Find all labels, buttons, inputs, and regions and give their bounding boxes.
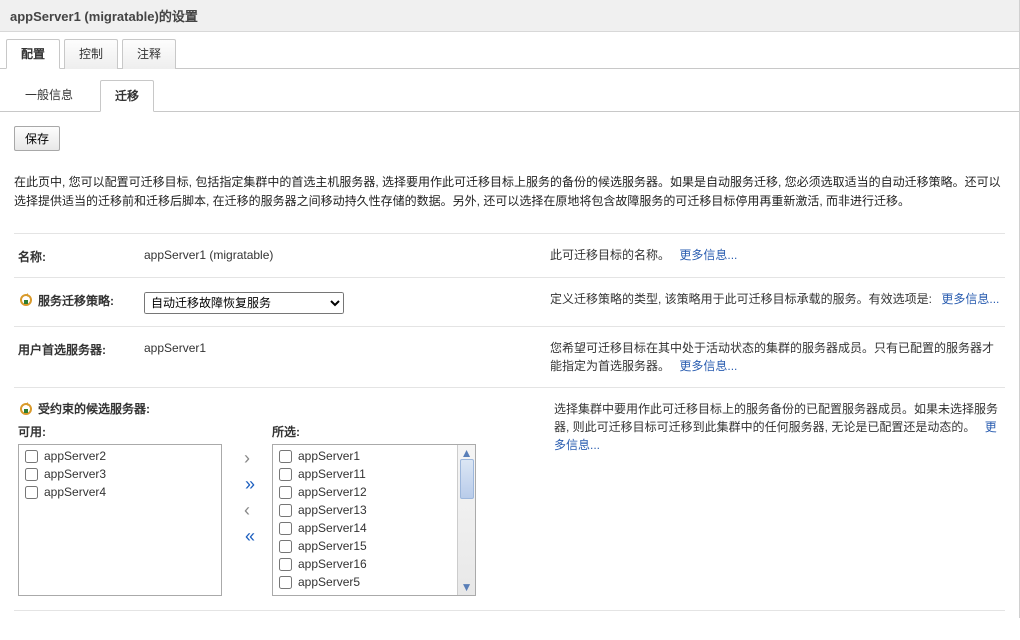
help-candidates: 选择集群中要用作此可迁移目标上的服务备份的已配置服务器成员。如果未选择服务器, …: [554, 400, 1001, 596]
list-item[interactable]: appServer12: [277, 483, 453, 501]
list-item[interactable]: appServer5: [277, 573, 453, 591]
row-candidates: 受约束的候选服务器: 可用: appServer2appServer3appSe…: [14, 387, 1005, 596]
list-item[interactable]: appServer1: [277, 447, 453, 465]
divider: [14, 610, 1005, 618]
list-item-label: appServer14: [298, 521, 367, 535]
more-info-link[interactable]: 更多信息...: [941, 292, 999, 306]
chosen-scrollbar[interactable]: ▲ ▼: [457, 445, 475, 595]
list-item[interactable]: appServer15: [277, 537, 453, 555]
move-all-right-icon[interactable]: »​: [245, 475, 249, 493]
label-policy: 服务迁移策略:: [18, 290, 128, 314]
help-policy-text: 定义迁移策略的类型, 该策略用于此可迁移目标承载的服务。有效选项是:: [550, 292, 932, 306]
list-item[interactable]: appServer16: [277, 555, 453, 573]
list-item-checkbox[interactable]: [25, 486, 38, 499]
more-info-link[interactable]: 更多信息...: [679, 248, 737, 262]
help-preferred: 您希望可迁移目标在其中处于活动状态的集群的服务器成员。只有已配置的服务器才能指定…: [550, 339, 1001, 375]
list-item-checkbox[interactable]: [25, 450, 38, 463]
subtab-general[interactable]: 一般信息: [10, 79, 88, 111]
value-preferred: appServer1: [144, 339, 534, 375]
page-title: appServer1 (migratable)的设置: [0, 0, 1019, 32]
list-item-checkbox[interactable]: [279, 522, 292, 535]
help-preferred-text: 您希望可迁移目标在其中处于活动状态的集群的服务器成员。只有已配置的服务器才能指定…: [550, 341, 994, 373]
list-item-checkbox[interactable]: [279, 576, 292, 589]
subtab-migration[interactable]: 迁移: [100, 80, 154, 112]
list-item[interactable]: appServer11: [277, 465, 453, 483]
list-item-checkbox[interactable]: [279, 486, 292, 499]
dual-listbox: 可用: appServer2 appServer3 appServer4 › »​ …: [18, 423, 538, 596]
list-item[interactable]: appServer13: [277, 501, 453, 519]
list-item-checkbox[interactable]: [279, 450, 292, 463]
label-preferred: 用户首选服务器:: [18, 339, 128, 375]
help-candidates-text: 选择集群中要用作此可迁移目标上的服务备份的已配置服务器成员。如果未选择服务器, …: [554, 402, 998, 434]
available-label: 可用:: [18, 423, 222, 440]
list-item-label: appServer12: [298, 485, 367, 499]
available-list[interactable]: appServer2 appServer3 appServer4: [18, 444, 222, 596]
list-item-label: appServer15: [298, 539, 367, 553]
label-policy-text: 服务迁移策略:: [38, 292, 114, 309]
list-item-label: appServer4: [44, 485, 106, 499]
chosen-list[interactable]: appServer1 appServer11 appServer12 appServe…: [272, 444, 476, 596]
sub-tabstrip: 一般信息 迁移: [0, 69, 1019, 112]
list-item-checkbox[interactable]: [279, 504, 292, 517]
list-item-label: appServer1: [298, 449, 360, 463]
list-item-checkbox[interactable]: [25, 468, 38, 481]
main-tabstrip: 配置 控制 注释: [0, 32, 1019, 69]
tab-control[interactable]: 控制: [64, 39, 118, 69]
tab-notes[interactable]: 注释: [122, 39, 176, 69]
candidates-heading-text: 受约束的候选服务器:: [38, 400, 150, 417]
row-name: 名称: appServer1 (migratable) 此可迁移目标的名称。 更…: [14, 233, 1005, 277]
list-item-checkbox[interactable]: [279, 468, 292, 481]
tab-config[interactable]: 配置: [6, 39, 60, 69]
list-item-checkbox[interactable]: [279, 558, 292, 571]
page-description: 在此页中, 您可以配置可迁移目标, 包括指定集群中的首选主机服务器, 选择要用作…: [14, 173, 1005, 215]
move-all-left-icon[interactable]: «​: [245, 527, 249, 545]
value-name: appServer1 (migratable): [144, 246, 534, 265]
help-policy: 定义迁移策略的类型, 该策略用于此可迁移目标承载的服务。有效选项是: 更多信息.…: [550, 290, 1001, 314]
candidates-heading: 受约束的候选服务器:: [18, 400, 538, 417]
more-info-link[interactable]: 更多信息...: [679, 359, 737, 373]
list-item[interactable]: appServer3: [23, 465, 217, 483]
list-item-label: appServer11: [298, 467, 366, 481]
list-item[interactable]: appServer4: [23, 483, 217, 501]
shuttle-buttons: › »​ ‹ «​: [222, 423, 272, 545]
list-item-checkbox[interactable]: [279, 540, 292, 553]
move-right-icon[interactable]: ›: [244, 449, 250, 467]
list-item[interactable]: appServer2: [23, 447, 217, 465]
restart-icon: [18, 292, 34, 308]
restart-icon: [18, 401, 34, 417]
scroll-up-icon[interactable]: ▲: [461, 447, 473, 459]
list-item[interactable]: appServer14: [277, 519, 453, 537]
move-left-icon[interactable]: ‹: [244, 501, 250, 519]
help-name: 此可迁移目标的名称。 更多信息...: [550, 246, 1001, 265]
scroll-down-icon[interactable]: ▼: [461, 581, 473, 593]
scroll-thumb[interactable]: [460, 459, 474, 499]
list-item-label: appServer3: [44, 467, 106, 481]
chosen-label: 所选:: [272, 423, 476, 440]
list-item-label: appServer5: [298, 575, 360, 589]
row-policy: 服务迁移策略: 自动迁移故障恢复服务 定义迁移策略的类型, 该策略用于此可迁移目…: [14, 277, 1005, 326]
save-button[interactable]: 保存: [14, 126, 60, 151]
list-item-label: appServer16: [298, 557, 367, 571]
label-name: 名称:: [18, 246, 128, 265]
list-item-label: appServer2: [44, 449, 106, 463]
policy-select[interactable]: 自动迁移故障恢复服务: [144, 292, 344, 314]
list-item-label: appServer13: [298, 503, 367, 517]
row-preferred: 用户首选服务器: appServer1 您希望可迁移目标在其中处于活动状态的集群…: [14, 326, 1005, 387]
help-name-text: 此可迁移目标的名称。: [550, 248, 670, 262]
